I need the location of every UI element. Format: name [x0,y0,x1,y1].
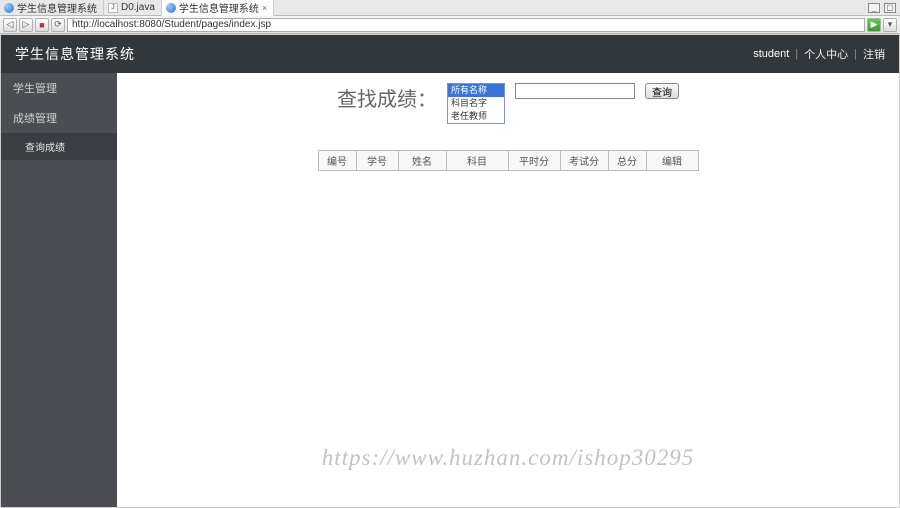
browser-toolbar: ◁ ▷ ■ ⟳ http://localhost:8080/Student/pa… [0,16,900,34]
app-title: 学生信息管理系统 [15,44,135,64]
ide-tab-label: D0.java [121,2,155,13]
col-6: 总分 [608,151,646,171]
search-button[interactable]: 查询 [645,83,679,99]
header-links: student | 个人中心 | 注销 [753,46,885,62]
ide-window-controls: _ ▢ [868,3,900,13]
app-header: 学生信息管理系统 student | 个人中心 | 注销 [1,35,899,73]
table-head: 编号学号姓名科目平时分考试分总分编辑 [318,151,698,171]
ide-tab-label: 学生信息管理系统 [179,0,259,15]
separator: | [795,48,798,60]
stop-button[interactable]: ■ [35,18,49,32]
refresh-button[interactable]: ⟳ [51,18,65,32]
ide-tab-2[interactable]: 学生信息管理系统 × [162,0,274,16]
separator: | [854,48,857,60]
sidebar-item-student[interactable]: 学生管理 [1,73,117,103]
close-icon[interactable]: × [262,3,267,13]
search-label: 查找成绩： [337,83,437,112]
ide-tab-label: 学生信息管理系统 [17,0,97,15]
watermark: https://www.huzhan.com/ishop30295 [117,445,899,471]
go-button[interactable]: ▶ [867,18,881,32]
main-content: 查找成绩： 所有名称 科目名字 老任教师 查询 编号学号姓名科目平时分考试分总分… [117,73,899,507]
col-7: 编辑 [646,151,698,171]
col-5: 考试分 [560,151,608,171]
col-0: 编号 [318,151,356,171]
select-option-2[interactable]: 老任教师 [448,110,504,123]
results-table: 编号学号姓名科目平时分考试分总分编辑 [318,150,699,171]
current-user: student [753,48,789,60]
personal-center-link[interactable]: 个人中心 [804,46,848,62]
ide-tab-0[interactable]: 学生信息管理系统 [0,0,104,16]
ide-tab-1[interactable]: J D0.java [104,0,162,16]
select-option-1[interactable]: 科目名字 [448,97,504,110]
globe-icon [4,3,14,13]
col-3: 科目 [446,151,508,171]
ide-tabstrip: 学生信息管理系统 J D0.java 学生信息管理系统 × _ ▢ [0,0,900,16]
app-body: 学生管理 成绩管理 查询成绩 查找成绩： 所有名称 科目名字 老任教师 查询 编… [1,73,899,507]
logout-link[interactable]: 注销 [863,46,885,62]
sidebar-sub-query-grades[interactable]: 查询成绩 [1,133,117,160]
table-header-row: 编号学号姓名科目平时分考试分总分编辑 [318,151,698,171]
globe-icon [166,3,176,13]
app-frame: 学生信息管理系统 student | 个人中心 | 注销 学生管理 成绩管理 查… [0,34,900,508]
col-2: 姓名 [398,151,446,171]
sidebar: 学生管理 成绩管理 查询成绩 [1,73,117,507]
col-1: 学号 [356,151,398,171]
url-bar[interactable]: http://localhost:8080/Student/pages/inde… [67,18,865,32]
browser-menu-button[interactable]: ▾ [883,18,897,32]
back-button[interactable]: ◁ [3,18,17,32]
java-icon: J [108,3,118,13]
url-text: http://localhost:8080/Student/pages/inde… [72,19,271,30]
search-row: 查找成绩： 所有名称 科目名字 老任教师 查询 [117,83,899,124]
maximize-icon[interactable]: ▢ [884,3,896,13]
sidebar-item-grades[interactable]: 成绩管理 [1,103,117,133]
search-select[interactable]: 所有名称 科目名字 老任教师 [447,83,505,124]
col-4: 平时分 [508,151,560,171]
minimize-icon[interactable]: _ [868,3,880,13]
select-option-0[interactable]: 所有名称 [448,84,504,97]
search-input[interactable] [515,83,635,99]
forward-button[interactable]: ▷ [19,18,33,32]
